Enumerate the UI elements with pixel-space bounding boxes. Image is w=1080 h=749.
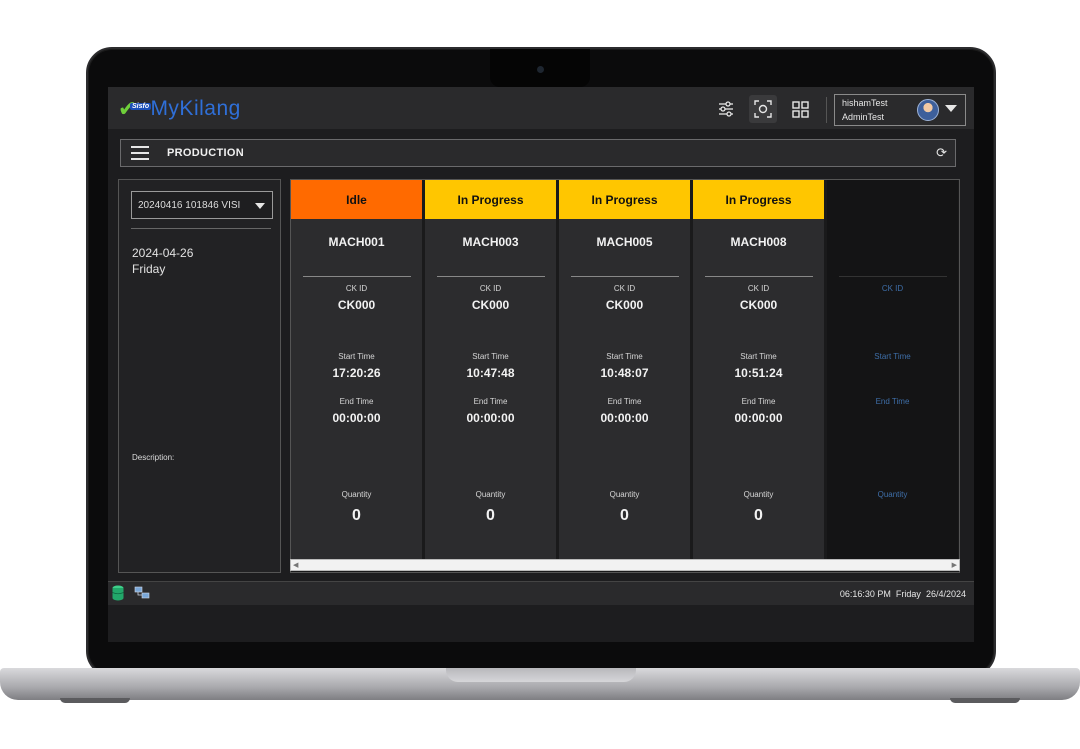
start-time-value: 10:51:24 [734,366,783,380]
refresh-icon[interactable]: ⟳ [936,145,947,161]
top-bar: ✔ Sisfo MyKilang hishamTest AdminTest [108,87,974,129]
job-info-panel: 20240416 101846 VISI 2024-04-26 Friday D… [118,179,281,573]
page-header-bar: PRODUCTION ⟳ [120,139,956,167]
start-time-label: Start Time [606,352,643,361]
hamburger-menu-icon[interactable] [131,146,149,160]
quantity-value: 0 [352,507,361,524]
page-title: PRODUCTION [167,147,244,159]
machine-card[interactable]: In Progress MACH008 CK ID CK000 Start Ti… [693,180,825,560]
empty-machine-card: CK ID Start Time End Time Quantity [827,180,959,560]
machine-cards-area: Idle MACH001 CK ID CK000 Start Time 17:2… [290,179,960,573]
machine-card[interactable]: In Progress MACH003 CK ID CK000 Start Ti… [425,180,557,560]
grid-icon[interactable] [786,95,814,123]
divider [705,276,813,277]
status-badge: In Progress [693,180,824,219]
start-time-label: Start Time [338,352,375,361]
end-time-label: End Time [741,397,776,406]
user-role: AdminTest [842,112,885,122]
quantity-label: Quantity [475,490,506,499]
job-select[interactable]: 20240416 101846 VISI [131,191,273,219]
divider [131,228,271,229]
ck-id-label: CK ID [345,284,368,293]
laptop-foot-right [950,698,1020,703]
status-badge: In Progress [425,180,556,219]
app-logo[interactable]: ✔ Sisfo MyKilang [118,97,241,121]
job-day: Friday [132,262,166,276]
machine-card[interactable]: In Progress MACH005 CK ID CK000 Start Ti… [559,180,691,560]
quantity-label: Quantity [877,490,908,499]
end-time-label: End Time [875,397,910,406]
start-time-label: Start Time [740,352,777,361]
status-badge: Idle [291,180,422,219]
end-time-label: End Time [339,397,374,406]
machine-name: MACH005 [596,235,653,249]
ck-id-value: CK000 [471,298,510,312]
clock: 06:16:30 PM Friday 26/4/2024 [840,589,966,599]
screenshot-icon[interactable] [749,95,777,123]
clock-date: 26/4/2024 [925,589,966,599]
divider [839,276,947,277]
user-menu[interactable]: hishamTest AdminTest [834,94,966,126]
toolbar-divider [826,97,827,123]
quantity-value: 0 [754,507,763,524]
divider [303,276,411,277]
end-time-label: End Time [607,397,642,406]
avatar [917,99,939,121]
ck-id-label: CK ID [747,284,770,293]
machine-name: MACH003 [462,235,519,249]
ck-id-label: CK ID [613,284,636,293]
caret-down-icon [255,203,265,209]
machine-card[interactable]: Idle MACH001 CK ID CK000 Start Time 17:2… [291,180,423,560]
scroll-right-icon[interactable]: ▶ [952,561,957,569]
sliders-icon[interactable] [712,95,740,123]
webcam [537,66,544,73]
status-badge: In Progress [559,180,690,219]
end-time-value: 00:00:00 [734,411,783,425]
quantity-label: Quantity [743,490,774,499]
clock-time: 06:16:30 PM [839,589,891,599]
laptop-opening-groove [446,668,636,682]
start-time-value: 10:48:07 [600,366,649,380]
clock-day: Friday [895,589,921,599]
user-name: hishamTest [842,98,888,108]
end-time-value: 00:00:00 [600,411,649,425]
scroll-left-icon[interactable]: ◀ [293,561,298,569]
divider [437,276,545,277]
quantity-label: Quantity [341,490,372,499]
end-time-value: 00:00:00 [466,411,515,425]
chevron-down-icon[interactable] [945,105,957,112]
start-time-label: Start Time [472,352,509,361]
logo-text: MyKilang [150,97,241,120]
quantity-value: 0 [620,507,629,524]
ck-id-value: CK000 [739,298,778,312]
database-icon[interactable] [112,585,124,601]
job-date: 2024-04-26 [132,246,194,260]
laptop-foot-left [60,698,130,703]
machine-name: MACH008 [730,235,787,249]
app-window: ✔ Sisfo MyKilang hishamTest AdminTest PR… [108,87,974,642]
ck-id-label: CK ID [881,284,904,293]
end-time-value: 00:00:00 [332,411,381,425]
start-time-value: 17:20:26 [332,366,381,380]
job-select-value: 20240416 101846 VISI [138,200,241,211]
status-bar: 06:16:30 PM Friday 26/4/2024 [108,581,974,605]
end-time-label: End Time [473,397,508,406]
machine-name: MACH001 [328,235,385,249]
ck-id-value: CK000 [605,298,644,312]
description-label: Description: [132,453,175,462]
quantity-value: 0 [486,507,495,524]
ck-id-label: CK ID [479,284,502,293]
logo-badge: Sisfo [130,103,152,110]
divider [571,276,679,277]
horizontal-scrollbar[interactable]: ◀ ▶ [290,559,960,571]
ck-id-value: CK000 [337,298,376,312]
network-icon[interactable] [134,586,150,600]
start-time-value: 10:47:48 [466,366,515,380]
start-time-label: Start Time [874,352,911,361]
quantity-label: Quantity [609,490,640,499]
